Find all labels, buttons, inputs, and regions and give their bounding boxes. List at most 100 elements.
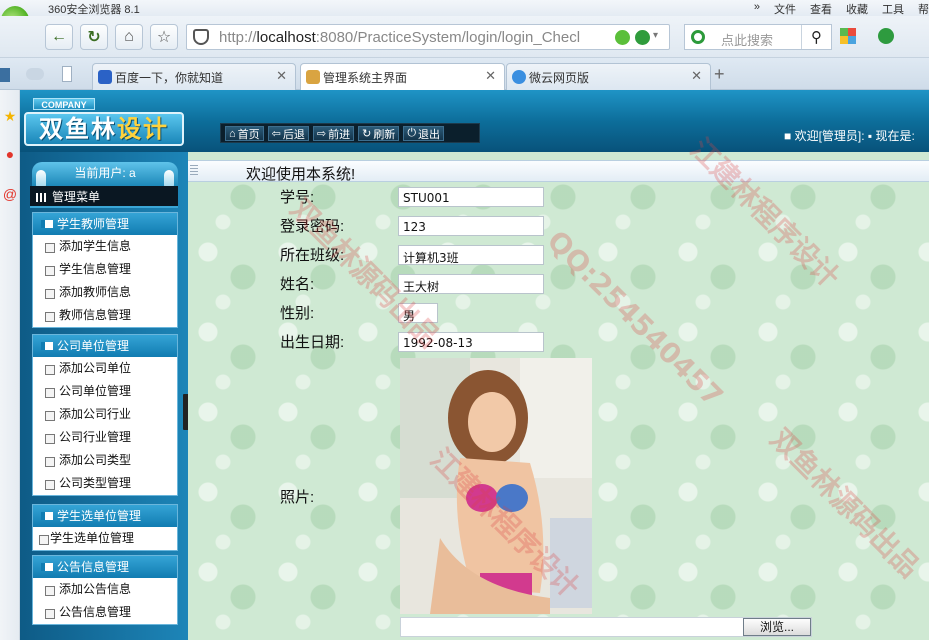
power-icon: ⏻ [407,127,417,139]
browser-app-title: 360安全浏览器 8.1 [48,4,140,16]
group-header[interactable]: 学生选单位管理 [33,505,177,527]
group-company: 公司单位管理 添加公司单位 公司单位管理 添加公司行业 公司行业管理 添加公司类… [32,334,178,496]
mail-icon[interactable]: @ [1,186,19,204]
menu-tools[interactable]: 工具 [882,0,904,17]
home-icon: ⌂ [229,127,236,140]
password-field[interactable]: 123 [398,216,544,236]
chevron-down-icon[interactable]: ▾ [653,30,668,45]
tab-label: 百度一下，你就知道 [115,71,224,85]
star-icon[interactable]: ☆ [150,24,178,50]
current-user-badge: 当前用户: a [32,162,178,190]
sidebar-item-add-type[interactable]: 添加公司类型 [33,449,177,472]
back-icon: ⇦ [271,128,281,140]
field-label: 学号: [280,189,315,206]
home-icon[interactable]: ⌂ [115,24,143,50]
menu-view[interactable]: 查看 [810,0,832,17]
site-toolbar: ⌂ 首页 ⇦ 后退 ⇨ 前进 ↻ 刷新 ⏻ 退出 [220,123,480,143]
sidebar-item-add-teacher[interactable]: 添加教师信息 [33,281,177,304]
group-header[interactable]: 公司单位管理 [33,335,177,357]
sidebar-item-manage-industry[interactable]: 公司行业管理 [33,426,177,449]
group-selection: 学生选单位管理 学生选单位管理 [32,504,178,551]
page-icon[interactable] [62,66,72,82]
browse-button[interactable]: 浏览... [743,618,811,636]
menu-help[interactable]: 帮 [918,0,929,17]
watermark-text: 双鱼林源码出品 [763,422,926,585]
browser-sidebar-strip: ★ ● @ [0,90,20,640]
grip-icon [190,165,198,177]
cloud-icon[interactable] [26,68,44,80]
tab-weiyun[interactable]: 微云网页版 ✕ [506,63,711,90]
group-header[interactable]: 学生教师管理 [33,213,177,235]
search-placeholder: 点此搜索 [721,33,774,48]
tab-admin-main[interactable]: 管理系统主界面 ✕ [300,63,505,90]
site-logo: 双鱼林设计 [24,112,184,146]
close-icon[interactable]: ✕ [485,68,496,84]
menu-title: 管理菜单 [30,186,178,208]
back-button[interactable]: ⇦ 后退 [267,126,309,141]
close-icon[interactable]: ✕ [691,68,702,84]
gender-field[interactable]: 男 [398,303,438,323]
field-label: 登录密码: [280,218,345,235]
logout-button[interactable]: ⏻ 退出 [403,126,445,141]
welcome-bar: 欢迎使用本系统! [188,160,929,183]
sidebar-item-manage-company[interactable]: 公司单位管理 [33,380,177,403]
new-tab-icon[interactable]: + [714,65,732,84]
class-field[interactable]: 计算机3班 [398,245,544,265]
tab-label: 管理系统主界面 [323,71,408,85]
browser-navbar: ← ↻ ⌂ ☆ http://localhost:8080/PracticeSy… [0,16,929,58]
search-icon[interactable]: ⚲ [801,25,831,49]
menu-favorites[interactable]: 收藏 [846,0,868,17]
site-header: COMPANY 双鱼林设计 ⌂ 首页 ⇦ 后退 ⇨ 前进 ↻ 刷新 ⏻ 退出 ■ 欢迎[管… [20,90,929,152]
page-image-icon [306,70,320,84]
group-header[interactable]: 公告信息管理 [33,556,177,578]
weiyun-cloud-icon [512,70,526,84]
apps-grid-icon[interactable] [840,28,856,44]
sidebar-item-add-industry[interactable]: 添加公司行业 [33,403,177,426]
back-arrow-icon[interactable]: ← [45,24,73,50]
student-id-field[interactable]: STU001 [398,187,544,207]
refresh-button[interactable]: ↻ 刷新 [358,126,400,141]
reload-icon[interactable]: ↻ [80,24,108,50]
photo-image [400,358,592,614]
menu-file[interactable]: 文件 [774,0,796,17]
field-label: 出生日期: [280,334,345,351]
search-engine-icon[interactable] [691,30,705,44]
search-box[interactable]: 点此搜索 ⚲ [684,24,832,50]
green-ball-icon[interactable] [615,30,630,45]
sidebar-item-add-notice[interactable]: 添加公告信息 [33,578,177,601]
sidebar-item-add-company[interactable]: 添加公司单位 [33,357,177,380]
menu-more[interactable]: » [754,0,760,17]
field-label: 所在班级: [280,247,345,264]
welcome-text: 欢迎使用本系统! [246,166,356,183]
sidebar: 当前用户: a 管理菜单 学生教师管理 添加学生信息 学生信息管理 添加教师信息… [20,152,188,640]
refresh-icon: ↻ [362,128,372,140]
security-icon[interactable] [878,28,894,44]
name-field[interactable]: 王大树 [398,274,544,294]
browser-titlebar: 360安全浏览器 8.1 » 文件 查看 收藏 工具 帮 [0,0,929,16]
sidebar-item-manage-type[interactable]: 公司类型管理 [33,472,177,495]
birthdate-field[interactable]: 1992-08-13 [398,332,544,352]
sidebar-item-add-student[interactable]: 添加学生信息 [33,235,177,258]
address-bar[interactable]: http://localhost:8080/PracticeSystem/log… [186,24,670,50]
address-url[interactable]: http://localhost:8080/PracticeSystem/log… [219,29,605,46]
weibo-icon[interactable]: ● [1,146,19,164]
sidebar-toggle-icon[interactable] [0,68,10,82]
close-icon[interactable]: ✕ [276,68,287,84]
welcome-status: ■ 欢迎[管理员]: ▪ 现在是: [784,129,915,143]
shield-icon [193,29,209,45]
group-student-teacher: 学生教师管理 添加学生信息 学生信息管理 添加教师信息 教师信息管理 [32,212,178,328]
favorites-star-icon[interactable]: ★ [1,108,19,126]
sidebar-item-manage-student[interactable]: 学生信息管理 [33,258,177,281]
company-badge: COMPANY [33,98,95,110]
sidebar-item-manage-notice[interactable]: 公告信息管理 [33,601,177,624]
home-button[interactable]: ⌂ 首页 [225,126,264,141]
sidebar-item-manage-teacher[interactable]: 教师信息管理 [33,304,177,327]
sidebar-item-manage-selection[interactable]: 学生选单位管理 [33,527,177,550]
main-content: 欢迎使用本系统! 学号: STU001 登录密码: 123 所在班级: 计算机3… [188,132,929,640]
tab-baidu[interactable]: 百度一下，你就知道 ✕ [92,63,296,90]
e-icon[interactable] [635,30,650,45]
photo-label: 照片: [280,489,315,506]
web-page: COMPANY 双鱼林设计 ⌂ 首页 ⇦ 后退 ⇨ 前进 ↻ 刷新 ⏻ 退出 ■ 欢迎[管… [20,90,929,640]
student-photo [400,358,592,614]
forward-button[interactable]: ⇨ 前进 [312,126,355,141]
